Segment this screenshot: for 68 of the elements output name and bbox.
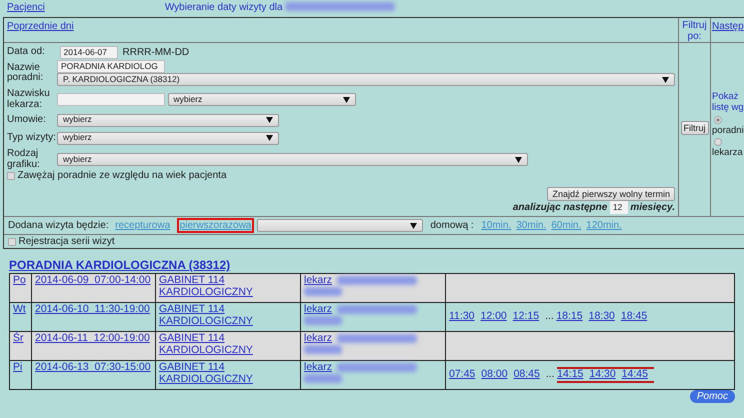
day-link[interactable]: Pi	[13, 360, 22, 373]
contract-dropdown[interactable]: wybierz	[57, 114, 279, 126]
time-slot-link[interactable]: 11:30	[449, 310, 474, 323]
ellipsis-text: ...	[546, 368, 555, 380]
previous-days-link[interactable]: Poprzednie dni	[7, 21, 74, 32]
ellipsis-text: ...	[545, 310, 554, 322]
doctor-link[interactable]: lekarz	[304, 360, 332, 373]
clinic-heading-link[interactable]: PORADNIA KARDIOLOGICZNA (38312)	[9, 259, 230, 273]
blurred-name	[304, 345, 342, 354]
months-field[interactable]: 12	[610, 201, 628, 214]
dropdown-arrow-icon	[410, 222, 417, 229]
visit-mode-label: Dodana wizyta będzie:	[8, 220, 109, 232]
time-slot-link[interactable]: 14:30	[589, 366, 622, 383]
months-label: miesięcy.	[630, 202, 675, 214]
dropdown-arrow-icon	[266, 117, 273, 123]
time-slot-link[interactable]: 14:45	[622, 366, 654, 383]
dropdown-arrow-icon	[266, 135, 273, 141]
format-hint: RRRR-MM-DD	[122, 46, 190, 58]
analyze-label: analizując następne	[512, 202, 608, 214]
doctor-dropdown[interactable]: wybierz	[168, 93, 356, 106]
checkbox[interactable]	[8, 238, 16, 246]
field-label: Rodzaj grafiku:	[7, 149, 41, 170]
dropdown-arrow-icon	[342, 96, 350, 102]
next-link[interactable]: Następ	[712, 21, 744, 32]
doctor-name-field[interactable]	[57, 93, 165, 106]
blurred-name	[304, 374, 342, 384]
radio-button[interactable]	[714, 138, 722, 146]
time-slot-link[interactable]: 14:15	[557, 366, 590, 383]
radio-label: poradni	[712, 126, 744, 136]
field-label: Typ wizyty:	[7, 132, 57, 144]
page-title: Wybieranie daty wizyty dla	[164, 2, 283, 15]
clinic-search-field[interactable]: PORADNIA KARDIOLOG	[57, 60, 165, 73]
dropdown-arrow-icon	[662, 76, 669, 82]
time-slot-link[interactable]: 12:00	[480, 310, 507, 323]
visit-type-dropdown[interactable]: wybierz	[57, 132, 279, 144]
doctor-link[interactable]: lekarz	[304, 332, 332, 344]
home-visit-label: domową :	[430, 220, 474, 232]
visit-mode-dropdown[interactable]	[256, 219, 423, 232]
blurred-name	[304, 316, 342, 326]
checkbox-label: Rejestracja serii wizyt	[18, 236, 115, 248]
checkbox[interactable]	[7, 172, 15, 180]
doctor-link[interactable]: lekarz	[304, 302, 332, 315]
doctor-link[interactable]: lekarz	[304, 274, 332, 286]
date-field[interactable]: 2014-06-07	[60, 46, 118, 59]
help-button[interactable]: Pomoc	[690, 390, 735, 403]
radio-button[interactable]	[714, 116, 722, 124]
time-slot-link[interactable]: 18:30	[588, 310, 615, 323]
field-label: Nazwie poradni:	[7, 62, 44, 84]
field-label: Data od:	[7, 47, 46, 58]
clinic-dropdown[interactable]: P. KARDIOLOGICZNA (38312)	[57, 73, 675, 86]
field-label: Umowie:	[7, 114, 47, 126]
patients-link[interactable]: Pacjenci	[7, 2, 45, 17]
dropdown-arrow-icon	[515, 156, 522, 162]
field-label: Nazwisku lekarza:	[7, 89, 51, 110]
checkbox-label: Zawężaj poradnie ze względu na wiek pacjenta	[18, 170, 227, 182]
time-slot-link[interactable]: 12:15	[512, 310, 540, 323]
column-label: Filtruj po:	[682, 20, 707, 42]
time-slot-link[interactable]: 08:45	[514, 368, 540, 381]
radio-label: lekarza	[712, 148, 744, 160]
filter-button[interactable]: Filtruj	[680, 121, 708, 135]
time-slot-link[interactable]: 18:45	[620, 310, 648, 323]
list-by-label: Pokaż listę wg	[712, 91, 744, 114]
time-slot-link[interactable]: 18:15	[556, 310, 583, 323]
blurred-name	[304, 287, 342, 296]
time-slot-link[interactable]: 07:45	[449, 368, 476, 381]
find-first-free-button[interactable]: Znajdź pierwszy wolny termin	[547, 187, 675, 202]
schedule-type-dropdown[interactable]: wybierz	[57, 153, 528, 166]
time-slot-link[interactable]: 08:00	[481, 368, 508, 381]
